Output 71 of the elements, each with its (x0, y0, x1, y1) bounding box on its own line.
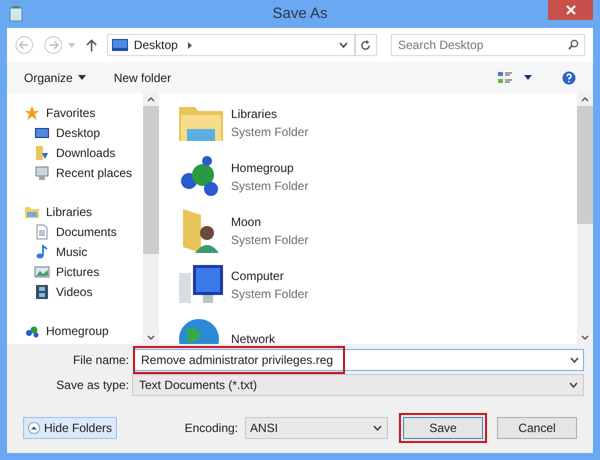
computer-icon (34, 165, 50, 181)
scroll-thumb[interactable] (577, 106, 593, 224)
dropdown-value: Text Documents (*.txt) (139, 377, 258, 394)
sidebar-item[interactable]: Music (24, 242, 143, 262)
save-as-type-dropdown[interactable]: Text Documents (*.txt) (132, 374, 584, 396)
dialog-button[interactable]: Cancel (497, 417, 577, 439)
address-bar[interactable]: Desktop (106, 34, 355, 56)
folder-icon (34, 145, 50, 161)
sidebar-item[interactable]: Documents (24, 222, 143, 242)
address-path: Desktop (134, 37, 178, 54)
chevron-right-icon (188, 42, 192, 48)
file-type: System Folder (231, 232, 308, 249)
view-options-icon[interactable] (498, 70, 512, 84)
document-icon (34, 224, 50, 240)
chevron-down-icon[interactable] (338, 42, 348, 48)
save-as-type-label: Save as type: (55, 377, 129, 394)
sidebar-item[interactable]: Pictures (24, 262, 143, 282)
sidebar-item[interactable]: Homegroup (24, 321, 143, 341)
refresh-button[interactable] (354, 34, 377, 56)
refresh-icon (360, 40, 372, 50)
sidebar-item[interactable]: Downloads (24, 143, 143, 163)
sidebar-item[interactable]: Favorites (24, 103, 143, 123)
encoding-dropdown[interactable]: ANSI (245, 417, 388, 439)
chevron-up-icon (28, 422, 40, 434)
sidebar-item[interactable]: Recent places (24, 163, 143, 183)
search-icon (568, 39, 579, 50)
picture-icon (34, 264, 50, 280)
desktop-icon (112, 39, 128, 51)
encoding-label: Encoding: (184, 420, 238, 437)
search-field[interactable]: Search Desktop (390, 34, 585, 56)
music-note-icon (34, 244, 50, 260)
star-icon (24, 105, 40, 121)
chevron-down-icon (373, 425, 382, 431)
scrollbar[interactable] (143, 93, 159, 344)
file-type: System Folder (231, 178, 308, 195)
file-name[interactable]: Homegroup (231, 159, 308, 177)
chevron-down-icon (147, 335, 155, 340)
file-name-field[interactable]: Remove administrator privileges.reg (134, 349, 584, 371)
help-icon[interactable] (562, 70, 576, 84)
scrollbar[interactable] (577, 93, 593, 344)
dialog-button[interactable]: Save (403, 417, 483, 439)
chevron-up-icon (147, 97, 155, 102)
scroll-thumb[interactable] (143, 106, 159, 254)
desktop-icon (34, 125, 50, 141)
file-name[interactable]: Computer (231, 267, 308, 285)
chevron-up-icon (581, 97, 589, 102)
file-name[interactable]: Moon (231, 213, 308, 231)
caret-icon[interactable] (524, 75, 532, 80)
chevron-down-icon (581, 335, 589, 340)
notepad-icon (8, 6, 24, 22)
sidebar-item[interactable]: Videos (24, 282, 143, 302)
file-name[interactable]: Libraries (231, 105, 308, 123)
file-name[interactable]: Network (231, 330, 276, 344)
organize-menu[interactable]: Organize (24, 68, 86, 86)
file-name-label: File name: (72, 352, 129, 369)
folder-icon (24, 204, 40, 220)
film-icon (34, 284, 50, 300)
chevron-down-icon (569, 382, 578, 388)
hide-folders-button[interactable]: Hide Folders (23, 417, 118, 439)
chevron-down-icon (570, 357, 579, 363)
window-title: Save As (271, 4, 329, 24)
dropdown-value: ANSI (250, 420, 278, 437)
file-type: System Folder (231, 124, 308, 141)
sidebar-item[interactable]: Desktop (24, 123, 143, 143)
sidebar-item[interactable]: Libraries (24, 202, 143, 222)
close-icon (566, 5, 576, 15)
file-type: System Folder (231, 286, 308, 303)
new-folder-button[interactable]: New folder (114, 68, 172, 86)
caret-icon (78, 75, 86, 80)
up-arrow-icon[interactable] (86, 38, 97, 52)
close-button[interactable] (548, 0, 593, 20)
